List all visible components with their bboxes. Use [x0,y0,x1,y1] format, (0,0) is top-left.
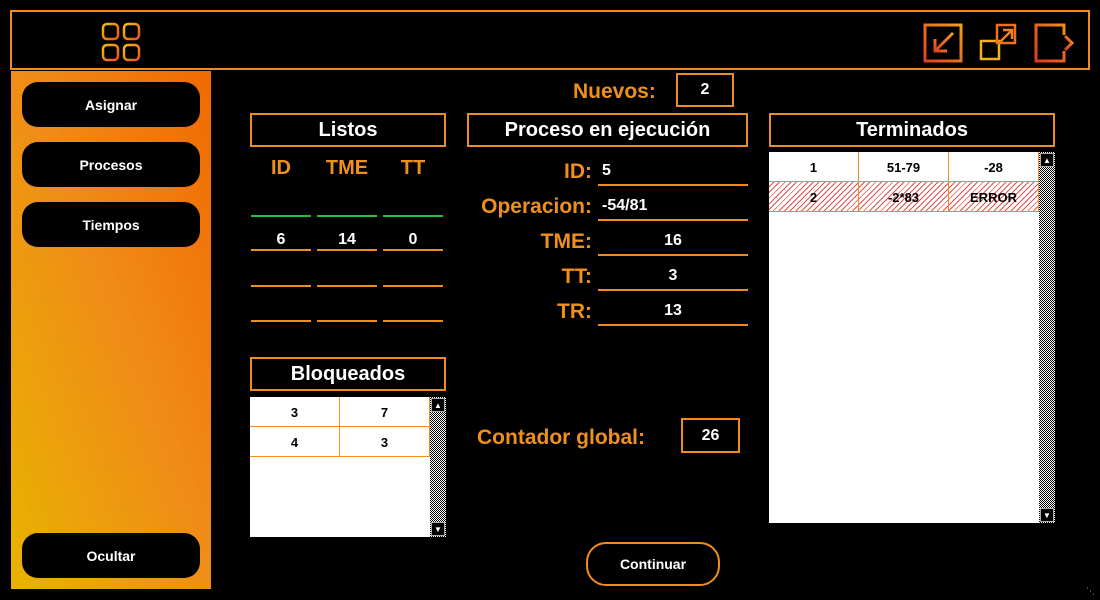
finished-title: Terminados [769,113,1055,147]
ready-col-tme: TME [325,157,369,179]
scroll-down-icon[interactable]: ▼ [1040,508,1054,522]
processes-button[interactable]: Procesos [22,142,200,187]
new-processes-value: 2 [676,73,734,107]
ready-cell [383,302,443,322]
running-operation-value: -54/81 [598,191,748,221]
running-tme-label: TME: [540,230,592,253]
ready-cell [251,267,311,287]
scroll-up-icon[interactable]: ▲ [1040,153,1054,167]
sidebar: Asignar Procesos Tiempos Ocultar [11,71,211,589]
running-id-label: ID: [564,160,592,183]
table-row[interactable]: 4 3 [250,427,430,457]
blocked-cell: 3 [340,427,430,457]
table-row[interactable]: 2 -2*83 ERROR [769,182,1039,212]
table-row[interactable]: 3 7 [250,397,430,427]
global-counter-value: 26 [681,418,740,453]
maximize-icon[interactable] [979,23,1019,63]
ready-cell: 6 [251,231,311,251]
table-row[interactable]: 1 51-79 -28 [769,152,1039,182]
running-tr-value: 13 [598,296,748,326]
continue-button[interactable]: Continuar [586,542,720,586]
title-bar [10,10,1090,70]
finished-cell: 2 [769,182,859,212]
finished-scrollbar[interactable]: ▲ ▼ [1039,152,1055,523]
finished-cell: -2*83 [859,182,949,212]
ready-col-id: ID [271,157,291,179]
ready-cell [317,302,377,322]
blocked-cell: 4 [250,427,340,457]
running-tt-label: TT: [561,265,592,288]
scroll-down-icon[interactable]: ▼ [431,522,445,536]
ready-cell [383,267,443,287]
blocked-cell: 7 [340,397,430,427]
blocked-title: Bloqueados [250,357,446,391]
finished-cell: 1 [769,152,859,182]
blocked-table: 3 7 4 3 ▲ ▼ [250,397,446,537]
new-processes-label: Nuevos: [573,80,656,103]
blocked-cell: 3 [250,397,340,427]
running-tme-value: 16 [598,226,748,256]
assign-button[interactable]: Asignar [22,82,200,127]
times-button[interactable]: Tiempos [22,202,200,247]
running-tt-value: 3 [598,261,748,291]
running-id-value: 5 [598,156,748,186]
ready-cell [251,302,311,322]
ready-cell [317,197,377,217]
ready-cell: 14 [317,231,377,251]
running-operation-label: Operacion: [481,195,592,218]
grid-icon [101,22,141,62]
running-title: Proceso en ejecución [467,113,748,147]
ready-cell: 0 [383,231,443,251]
ready-cell [317,267,377,287]
resize-grip-icon[interactable]: ⋱ [1086,586,1096,596]
global-counter-label: Contador global: [477,426,645,449]
running-tr-label: TR: [557,300,592,323]
minimize-icon[interactable] [923,23,963,63]
hide-button[interactable]: Ocultar [22,533,200,578]
ready-cell [251,197,311,217]
exit-icon[interactable] [1034,23,1074,63]
ready-cell [383,197,443,217]
finished-table: 1 51-79 -28 2 -2*83 ERROR ▲ ▼ [769,152,1055,523]
blocked-scrollbar[interactable]: ▲ ▼ [430,397,446,537]
ready-col-tt: TT [400,157,426,179]
scroll-up-icon[interactable]: ▲ [431,398,445,412]
finished-cell: ERROR [949,182,1039,212]
finished-cell: -28 [949,152,1039,182]
ready-title: Listos [250,113,446,147]
finished-cell: 51-79 [859,152,949,182]
